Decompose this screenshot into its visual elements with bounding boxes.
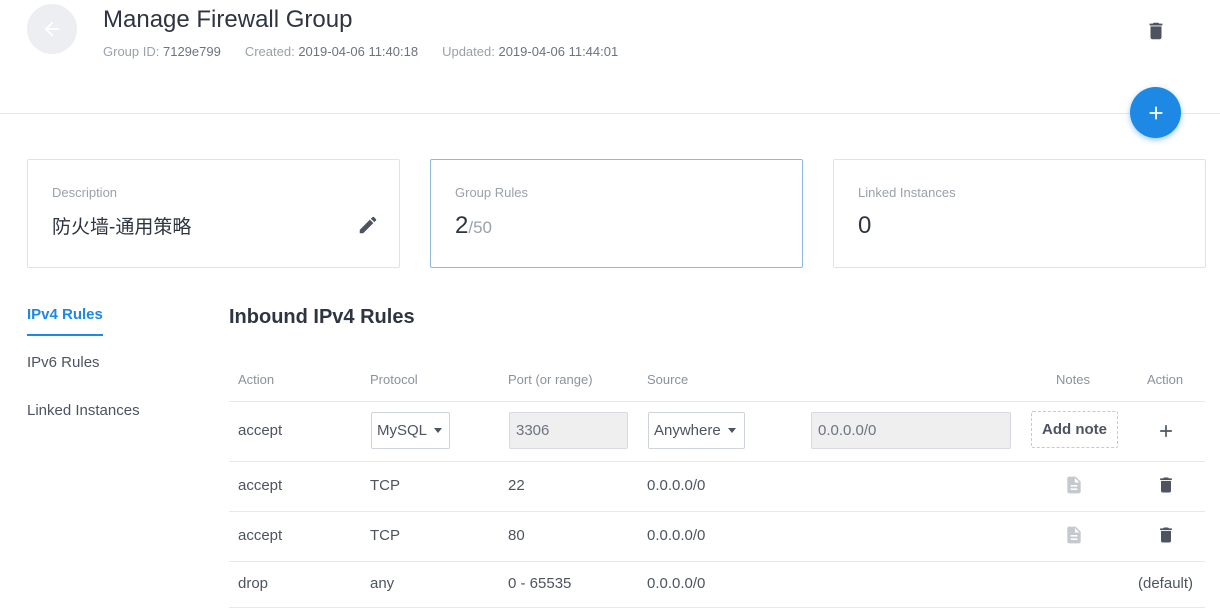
back-button[interactable] [27,4,77,54]
description-card: Description 防火墙-通用策略 [27,159,400,268]
new-rule-row: accept MySQL 3306 Anywhere 0.0.0.0/0 Add… [229,402,1205,462]
rule-protocol: any [370,575,395,592]
nav-ipv4-rules-label: IPv4 Rules [27,300,103,336]
trash-icon [1149,22,1163,40]
source-ip-input-value: 0.0.0.0/0 [818,422,877,439]
rule-source: 0.0.0.0/0 [647,477,706,494]
add-note-button[interactable]: Add note [1031,411,1118,448]
rule-protocol: TCP [370,477,400,494]
header-divider [0,113,1220,114]
header-action: Action [238,372,275,387]
created-value: 2019-04-06 11:40:18 [298,44,419,59]
page-title: Manage Firewall Group [103,6,353,33]
pencil-icon [359,216,377,234]
nav-linked-instances[interactable]: Linked Instances [27,396,177,444]
edit-description-button[interactable] [357,214,379,236]
linked-instances-card[interactable]: Linked Instances 0 [833,159,1206,268]
table-row: accept TCP 80 0.0.0.0/0 [229,512,1205,562]
group-rules-label: Group Rules [455,185,528,200]
note-button[interactable] [1064,525,1084,545]
header-protocol: Protocol [370,372,418,387]
header-action-2: Action [1147,372,1184,387]
nav-ipv6-rules[interactable]: IPv6 Rules [27,348,177,396]
rule-port: 22 [508,477,525,494]
default-rule-label: (default) [1138,575,1194,592]
table-row: drop any 0 - 65535 0.0.0.0/0 (default) [229,562,1205,608]
delete-rule-button[interactable] [1156,475,1176,495]
add-button[interactable] [1130,87,1181,138]
group-id-label: Group ID: [103,44,160,59]
port-input: 3306 [509,412,628,449]
group-rules-value: 2/50 [455,212,492,240]
linked-instances-label: Linked Instances [858,185,956,200]
source-select[interactable]: Anywhere [648,412,745,449]
rule-port: 80 [508,527,525,544]
plus-icon [1160,425,1172,437]
group-rules-count: 2 [455,212,469,239]
rule-action: accept [238,477,283,494]
linked-instances-value: 0 [858,212,872,239]
updated-value: 2019-04-06 11:44:01 [498,44,619,59]
section-title: Inbound IPv4 Rules [229,306,415,328]
source-ip-input: 0.0.0.0/0 [811,412,1011,449]
trash-icon [1160,477,1172,493]
nav-linked-instances-label: Linked Instances [27,402,140,419]
rule-protocol: TCP [370,527,400,544]
plus-icon [1149,106,1162,119]
group-rules-card[interactable]: Group Rules 2/50 [430,159,803,268]
rule-action: drop [238,575,269,592]
rule-source: 0.0.0.0/0 [647,527,706,544]
description-value: 防火墙-通用策略 [52,217,192,238]
table-header: Action Protocol Port (or range) Source N… [229,358,1205,402]
nav-ipv6-rules-label: IPv6 Rules [27,354,100,371]
header-port: Port (or range) [508,372,593,387]
chevron-down-icon [434,428,443,433]
protocol-select[interactable]: MySQL [371,412,450,449]
group-meta: Group ID: 7129e799 Created: 2019-04-06 1… [103,44,618,59]
rule-port: 0 - 65535 [508,575,572,592]
group-id-value: 7129e799 [162,44,221,59]
created-label: Created: [244,44,295,59]
delete-rule-button[interactable] [1156,525,1176,545]
rules-table: Action Protocol Port (or range) Source N… [229,358,1205,608]
new-rule-action: accept [238,422,283,439]
header-source: Source [647,372,689,387]
note-button[interactable] [1064,475,1084,495]
document-icon [1067,526,1081,544]
nav-ipv4-rules[interactable]: IPv4 Rules [27,300,177,348]
trash-icon [1160,527,1172,543]
delete-group-button[interactable] [1145,20,1167,42]
source-select-value: Anywhere [654,422,721,439]
port-input-value: 3306 [516,422,550,439]
document-icon [1067,476,1081,494]
header-notes: Notes [1056,372,1090,387]
group-rules-max: /50 [468,218,492,237]
arrow-left-icon [44,21,60,37]
table-row: accept TCP 22 0.0.0.0/0 [229,462,1205,512]
rule-action: accept [238,527,283,544]
updated-meta: Updated: 2019-04-06 11:44:01 [442,44,618,59]
updated-label: Updated: [442,44,495,59]
rule-source: 0.0.0.0/0 [647,575,706,592]
created-meta: Created: 2019-04-06 11:40:18 [245,44,418,59]
side-nav: IPv4 Rules IPv6 Rules Linked Instances [27,300,177,444]
chevron-down-icon [727,428,736,433]
description-label: Description [52,185,118,200]
protocol-select-value: MySQL [377,422,428,439]
add-rule-button[interactable] [1156,421,1176,441]
group-id-meta: Group ID: 7129e799 [103,44,221,59]
